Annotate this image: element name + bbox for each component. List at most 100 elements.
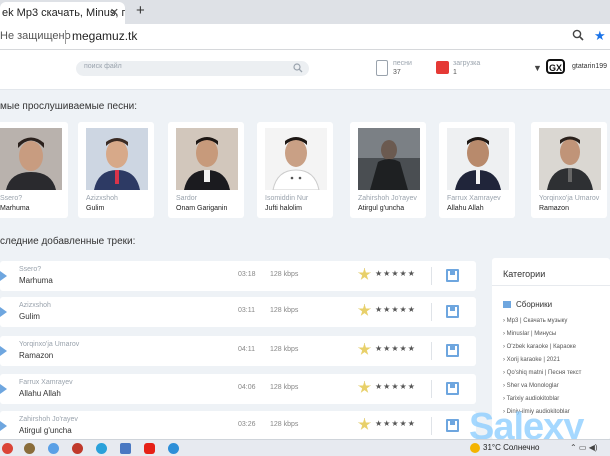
word-icon[interactable] (120, 443, 131, 454)
favorite-star-icon[interactable] (358, 268, 371, 280)
system-tray[interactable]: ⌃ ▭ ◀) (570, 443, 598, 452)
track-bitrate: 128 kbps (270, 384, 299, 391)
category-link[interactable]: › O'zbek karaoke | Караоке (503, 344, 576, 350)
telegram-icon[interactable] (96, 443, 107, 454)
track-artist: Ssero? (19, 266, 42, 273)
artist-card[interactable]: Yorqinxo'ja Umarov Ramazon (531, 122, 607, 218)
search-input[interactable]: поиск файл (76, 61, 309, 76)
rating-stars[interactable]: ★★★★★ (375, 344, 416, 353)
category-link[interactable]: › Tarixiy audiokitoblar (503, 396, 559, 402)
track-row[interactable]: Azizxshoh Gulim 03:11 128 kbps ★★★★★ (0, 297, 476, 327)
artist-name: Farrux Xamrayev (447, 195, 501, 202)
track-row[interactable]: Zahirshoh Jo'rayev Atirgul g'uncha 03:26… (0, 411, 476, 441)
artist-photo (0, 128, 62, 190)
download-icon[interactable] (446, 344, 459, 357)
artist-card[interactable]: Azizxshoh Gulim (78, 122, 154, 218)
browser-tab[interactable]: ek Mp3 скачать, Minus, песн ✕ (0, 2, 125, 24)
play-icon[interactable] (0, 421, 7, 431)
new-tab-button[interactable]: + (136, 2, 145, 19)
track-song[interactable]: Marhuma (19, 276, 53, 285)
category-link[interactable]: › Sher va Monologlar (503, 383, 559, 389)
download-icon[interactable] (446, 269, 459, 282)
user-logo[interactable]: GX (546, 59, 565, 74)
bookmark-star-icon[interactable]: ★ (594, 28, 606, 44)
download-icon[interactable] (446, 305, 459, 318)
artist-card[interactable]: Sardor Onam Gariganin (168, 122, 244, 218)
track-row[interactable]: Yorqinxo'ja Umarov Ramazon 04:11 128 kbp… (0, 336, 476, 366)
artist-card[interactable]: Zahirshoh Jo'rayev Atirgul g'uncha (350, 122, 426, 218)
weather-text[interactable]: 31°C Солнечно (483, 443, 539, 452)
app-icon[interactable] (24, 443, 35, 454)
track-duration: 03:11 (238, 307, 255, 314)
zoom-icon[interactable] (572, 29, 584, 41)
downloads-icon (436, 61, 449, 74)
browser-icon[interactable] (48, 443, 59, 454)
artist-card[interactable]: Isomiddin Nur Jufti halolim (257, 122, 333, 218)
artist-card[interactable]: Farrux Xamrayev Allahu Allah (439, 122, 515, 218)
song-name[interactable]: Jufti halolim (265, 205, 302, 212)
song-name[interactable]: Atirgul g'uncha (358, 205, 404, 212)
rating-stars[interactable]: ★★★★★ (375, 419, 416, 428)
download-icon[interactable] (446, 419, 459, 432)
track-artist: Zahirshoh Jo'rayev (19, 416, 78, 423)
track-duration: 03:18 (238, 271, 256, 278)
divider (431, 342, 432, 360)
play-icon[interactable] (0, 346, 7, 356)
song-name[interactable]: Onam Gariganin (176, 205, 227, 212)
track-song[interactable]: Allahu Allah (19, 389, 61, 398)
rating-stars[interactable]: ★★★★★ (375, 269, 416, 278)
song-name[interactable]: Gulim (86, 205, 104, 212)
favorite-star-icon[interactable] (358, 304, 371, 316)
song-name[interactable]: Ramazon (539, 205, 569, 212)
favorite-star-icon[interactable] (358, 418, 371, 430)
browser-tabstrip: ek Mp3 скачать, Minus, песн ✕ + (0, 0, 610, 24)
category-link[interactable]: › Xorij karaoke | 2021 (503, 357, 560, 363)
play-icon[interactable] (0, 307, 7, 317)
security-indicator[interactable]: Не защищено (0, 30, 71, 42)
track-duration: 04:06 (238, 384, 256, 391)
site-header: поиск файл песни 37 загрузка 1 ▼ GX gtat… (0, 50, 610, 90)
chrome-icon[interactable] (2, 443, 13, 454)
category-link[interactable]: › Minuslar | Минусы (503, 331, 556, 337)
track-song[interactable]: Ramazon (19, 351, 53, 360)
search-placeholder: поиск файл (84, 63, 122, 70)
weather-sun-icon (470, 443, 480, 453)
track-duration: 03:26 (238, 421, 256, 428)
favorite-star-icon[interactable] (358, 381, 371, 393)
username[interactable]: gtatarin199 (572, 63, 607, 70)
artist-photo (539, 128, 601, 190)
track-song[interactable]: Gulim (19, 312, 40, 321)
song-name[interactable]: Marhuma (0, 205, 30, 212)
play-icon[interactable] (0, 384, 7, 394)
artist-photo (176, 128, 238, 190)
track-artist: Farrux Xamrayev (19, 379, 73, 386)
songs-label: песни (393, 60, 412, 67)
play-icon[interactable] (0, 271, 7, 281)
rating-stars[interactable]: ★★★★★ (375, 305, 416, 314)
artist-name: Azizxshoh (86, 195, 118, 202)
rating-stars[interactable]: ★★★★★ (375, 382, 416, 391)
youtube-icon[interactable] (144, 443, 155, 454)
favorite-star-icon[interactable] (358, 343, 371, 355)
search-icon[interactable] (293, 63, 303, 73)
chevron-down-icon[interactable]: ▼ (533, 63, 542, 73)
artist-card[interactable]: Ssero? Marhuma (0, 122, 68, 218)
close-tab-icon[interactable]: ✕ (110, 2, 119, 24)
track-song[interactable]: Atirgul g'uncha (19, 426, 72, 435)
track-row[interactable]: Ssero? Marhuma 03:18 128 kbps ★★★★★ (0, 261, 476, 291)
category-link[interactable]: › Mp3 | Скачать музыку (503, 318, 567, 324)
track-row[interactable]: Farrux Xamrayev Allahu Allah 04:06 128 k… (0, 374, 476, 404)
song-name[interactable]: Allahu Allah (447, 205, 484, 212)
category-link[interactable]: › Qo'shiq matni | Песня текст (503, 370, 581, 376)
songs-icon (376, 60, 388, 76)
opera-icon[interactable] (72, 443, 83, 454)
artist-photo (447, 128, 509, 190)
categories-title: Категории (503, 269, 546, 279)
artist-photo (86, 128, 148, 190)
download-icon[interactable] (446, 382, 459, 395)
artist-photo (358, 128, 420, 190)
shazam-icon[interactable] (168, 443, 179, 454)
address-bar[interactable]: Не защищено megamuz.tk ★ (0, 24, 610, 50)
url-text[interactable]: megamuz.tk (72, 29, 137, 43)
track-bitrate: 128 kbps (270, 346, 299, 353)
